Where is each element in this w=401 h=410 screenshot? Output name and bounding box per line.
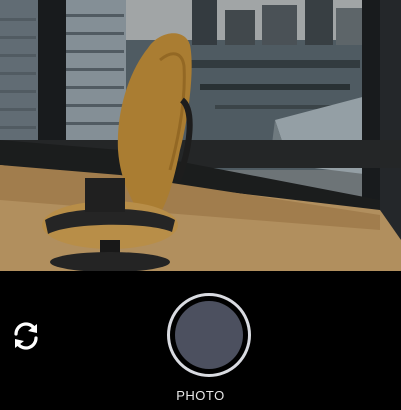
viewfinder-preview-image [0, 0, 401, 271]
switch-camera-button[interactable] [6, 316, 46, 356]
camera-mode-label[interactable]: PHOTO [0, 388, 401, 403]
switch-camera-icon [14, 322, 38, 350]
camera-viewfinder[interactable] [0, 0, 401, 271]
shutter-button-inner [175, 301, 243, 369]
camera-controls-bar: PHOTO [0, 271, 401, 410]
shutter-button[interactable] [167, 293, 251, 377]
